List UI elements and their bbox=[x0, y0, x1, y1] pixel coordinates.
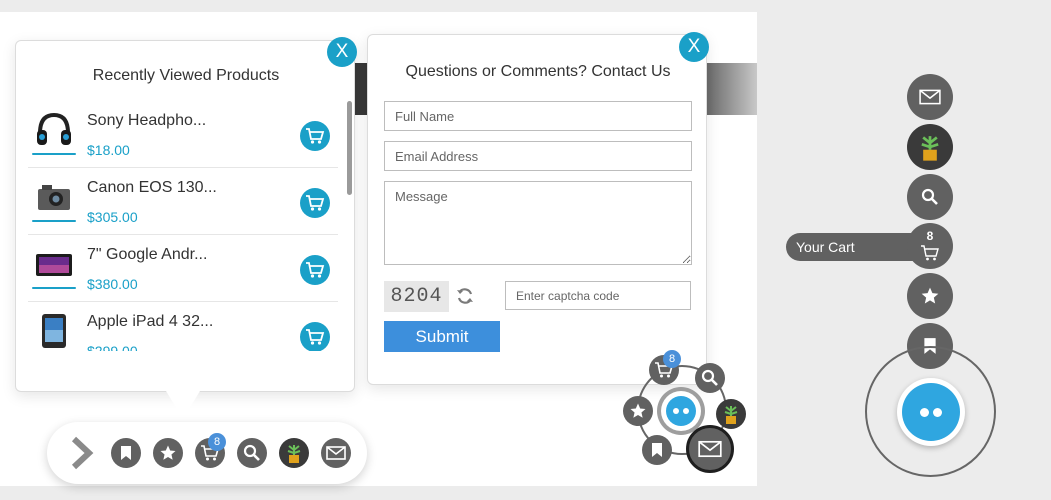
product-name[interactable]: 7" Google Andr... bbox=[87, 246, 207, 264]
cart-icon bbox=[306, 195, 325, 211]
plant-avatar-icon bbox=[724, 406, 738, 424]
product-price: $305.00 bbox=[87, 209, 138, 225]
bottom-toolbar: 8 bbox=[47, 422, 367, 484]
product-name[interactable]: Apple iPad 4 32... bbox=[87, 313, 213, 331]
ipad-image bbox=[32, 308, 76, 351]
list-item[interactable]: Apple iPad 4 32... $299.00 bbox=[28, 302, 338, 351]
mail-icon bbox=[698, 440, 722, 458]
side-contact-button[interactable] bbox=[907, 74, 953, 120]
submit-button[interactable]: Submit bbox=[384, 321, 500, 352]
cart-icon bbox=[306, 128, 325, 144]
bookmark-icon bbox=[121, 446, 131, 460]
recently-viewed-title: Recently Viewed Products bbox=[92, 67, 280, 84]
product-price: $380.00 bbox=[87, 276, 138, 292]
plant-avatar-icon bbox=[287, 445, 301, 463]
search-icon bbox=[243, 444, 260, 461]
close-recently-viewed-button[interactable]: X bbox=[327, 37, 357, 67]
captcha-input[interactable] bbox=[505, 281, 691, 310]
recently-viewed-list[interactable]: Sony Headpho... $18.00 Canon EOS 130... bbox=[28, 101, 338, 351]
product-price: $18.00 bbox=[87, 142, 130, 158]
cart-count-badge: 8 bbox=[663, 350, 681, 368]
popup-pointer bbox=[166, 391, 200, 419]
refresh-icon[interactable] bbox=[454, 285, 476, 307]
close-contact-button[interactable]: X bbox=[679, 32, 709, 62]
contact-button[interactable] bbox=[321, 438, 351, 468]
plant-avatar-icon bbox=[921, 136, 939, 161]
captcha-code: 8204 bbox=[384, 281, 449, 312]
star-icon bbox=[160, 445, 176, 460]
side-search-button[interactable] bbox=[907, 174, 953, 220]
side-favorites-button[interactable] bbox=[907, 273, 953, 319]
star-icon bbox=[630, 403, 646, 418]
bookmark-button[interactable] bbox=[111, 438, 141, 468]
radial-favorites-button[interactable] bbox=[623, 396, 653, 426]
chatbot-icon bbox=[902, 383, 960, 441]
product-name[interactable]: Sony Headpho... bbox=[87, 112, 206, 130]
thumb-underline bbox=[32, 220, 76, 222]
favorites-button[interactable] bbox=[153, 438, 183, 468]
add-to-cart-button[interactable] bbox=[300, 188, 330, 218]
search-icon bbox=[921, 188, 938, 205]
add-to-cart-button[interactable] bbox=[300, 121, 330, 151]
cart-icon bbox=[921, 245, 939, 261]
list-scrollbar[interactable] bbox=[347, 101, 352, 195]
tablet-image bbox=[32, 241, 76, 289]
search-button[interactable] bbox=[237, 438, 267, 468]
mail-icon bbox=[919, 89, 941, 105]
product-price: $299.00 bbox=[87, 343, 138, 351]
chevron-right-icon[interactable] bbox=[67, 436, 97, 470]
product-name[interactable]: Canon EOS 130... bbox=[87, 179, 217, 197]
recently-viewed-popup: Recently Viewed Products Sony Headpho...… bbox=[15, 40, 355, 392]
list-item[interactable]: 7" Google Andr... $380.00 bbox=[28, 235, 338, 302]
add-to-cart-button[interactable] bbox=[300, 255, 330, 285]
radial-search-button[interactable] bbox=[695, 363, 725, 393]
camera-image bbox=[32, 174, 76, 222]
side-menu-toggle[interactable] bbox=[897, 378, 965, 446]
contact-popup: Questions or Comments? Contact Us 8204 S… bbox=[367, 34, 707, 385]
account-button[interactable] bbox=[279, 438, 309, 468]
add-to-cart-button[interactable] bbox=[300, 322, 330, 351]
side-cart-button[interactable]: 8 bbox=[907, 223, 953, 269]
side-cart-count: 8 bbox=[926, 229, 934, 243]
thumb-underline bbox=[32, 287, 76, 289]
radial-bookmark-button[interactable] bbox=[642, 435, 672, 465]
contact-title: Questions or Comments? Contact Us bbox=[405, 63, 671, 80]
bookmark-icon bbox=[652, 443, 662, 457]
list-item[interactable]: Sony Headpho... $18.00 bbox=[28, 101, 338, 168]
side-account-button[interactable] bbox=[907, 124, 953, 170]
email-field[interactable] bbox=[384, 141, 692, 171]
thumb-underline bbox=[32, 153, 76, 155]
chatbot-icon bbox=[666, 396, 696, 426]
full-name-field[interactable] bbox=[384, 101, 692, 131]
cart-icon bbox=[306, 262, 325, 278]
cart-count-badge: 8 bbox=[208, 433, 226, 451]
cart-icon bbox=[306, 329, 325, 345]
headphones-image bbox=[32, 107, 76, 155]
message-field[interactable] bbox=[384, 181, 692, 265]
your-cart-label[interactable]: Your Cart bbox=[786, 233, 926, 261]
list-item[interactable]: Canon EOS 130... $305.00 bbox=[28, 168, 338, 235]
search-icon bbox=[701, 369, 718, 386]
mail-icon bbox=[326, 446, 346, 460]
radial-account-button[interactable] bbox=[716, 399, 746, 429]
radial-contact-button[interactable] bbox=[686, 425, 734, 473]
star-icon bbox=[921, 287, 939, 304]
